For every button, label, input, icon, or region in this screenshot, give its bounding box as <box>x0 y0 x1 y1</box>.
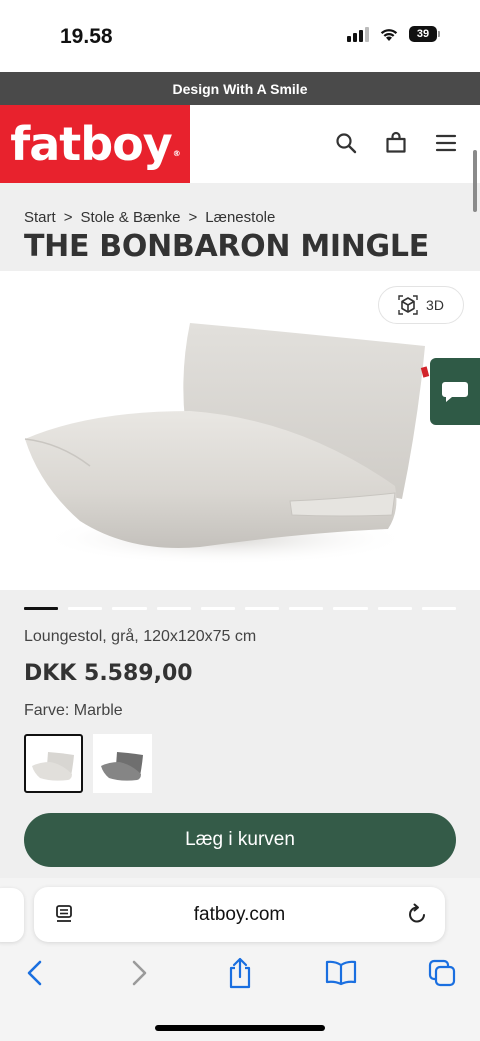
carousel-dot[interactable] <box>333 607 368 610</box>
browser-toolbar <box>0 956 480 996</box>
breadcrumb-item-chairs-benches[interactable]: Stole & Bænke <box>80 209 180 226</box>
carousel-dot[interactable] <box>24 607 59 610</box>
forward-button[interactable] <box>122 956 156 990</box>
fatboy-logo[interactable]: fatboy ® <box>0 105 190 183</box>
image-carousel-indicator[interactable] <box>24 607 457 610</box>
previous-tab-preview[interactable] <box>0 888 24 942</box>
battery-icon: 39 <box>409 26 440 42</box>
share-icon <box>229 957 251 989</box>
status-time: 19.58 <box>60 25 113 48</box>
share-button[interactable] <box>223 956 257 990</box>
page-scrollbar[interactable] <box>473 150 477 212</box>
carousel-dot[interactable] <box>289 607 324 610</box>
home-indicator <box>155 1025 325 1031</box>
add-to-cart-button[interactable]: Læg i kurven <box>24 813 456 867</box>
promo-banner: Design With A Smile <box>0 72 480 105</box>
breadcrumb-separator: > <box>63 209 73 226</box>
chat-bubble-icon <box>442 381 468 402</box>
carousel-dot[interactable] <box>68 607 103 610</box>
shopping-bag-icon[interactable] <box>384 131 408 155</box>
product-title: THE BONBARON MINGLE <box>24 229 429 264</box>
swatch-marble-image <box>31 751 74 781</box>
back-icon <box>27 960 42 986</box>
chat-button[interactable] <box>430 358 480 425</box>
tabs-icon <box>428 959 456 987</box>
breadcrumb-item-armchairs[interactable]: Lænestole <box>205 209 275 226</box>
carousel-dot[interactable] <box>245 607 280 610</box>
carousel-dot[interactable] <box>156 607 191 610</box>
forward-icon <box>132 960 147 986</box>
wifi-icon <box>380 28 398 41</box>
search-icon[interactable] <box>334 131 358 155</box>
tabs-button[interactable] <box>425 956 459 990</box>
view-3d-label: 3D <box>426 297 444 313</box>
status-bar: 19.58 39 <box>0 0 480 72</box>
product-price: DKK 5.589,00 <box>24 661 193 686</box>
menu-icon[interactable] <box>434 131 458 155</box>
swatch-marble[interactable] <box>24 734 83 793</box>
logo-mark: ® <box>172 148 181 158</box>
breadcrumb-item-start[interactable]: Start <box>24 209 56 226</box>
battery-level: 39 <box>409 26 437 42</box>
cube-3d-icon <box>398 295 418 315</box>
carousel-dot[interactable] <box>200 607 236 610</box>
url-text: fatboy.com <box>193 904 286 925</box>
logo-text: fatboy <box>10 117 173 171</box>
site-header: fatboy ® <box>0 105 480 183</box>
back-button[interactable] <box>18 956 52 990</box>
swatch-grey[interactable] <box>93 734 152 793</box>
reload-icon[interactable] <box>405 902 429 926</box>
product-color-label: Farve: Marble <box>24 702 123 719</box>
signal-icon <box>347 26 369 42</box>
status-icons: 39 <box>347 26 440 42</box>
address-bar[interactable]: fatboy.com <box>34 887 445 942</box>
carousel-dot[interactable] <box>421 607 457 610</box>
color-swatches <box>24 734 152 793</box>
carousel-dot[interactable] <box>112 607 147 610</box>
breadcrumb: Start > Stole & Bænke > Lænestole <box>24 209 275 226</box>
view-3d-button[interactable]: 3D <box>378 286 464 324</box>
product-description: Loungestol, grå, 120x120x75 cm <box>24 628 257 645</box>
bookmarks-icon <box>325 960 357 986</box>
product-image[interactable]: 3D <box>0 271 480 590</box>
carousel-dot[interactable] <box>377 607 412 610</box>
swatch-grey-image <box>100 751 143 781</box>
breadcrumb-separator: > <box>188 209 198 226</box>
bookmarks-button[interactable] <box>324 956 358 990</box>
browser-chrome: fatboy.com <box>0 878 480 1041</box>
